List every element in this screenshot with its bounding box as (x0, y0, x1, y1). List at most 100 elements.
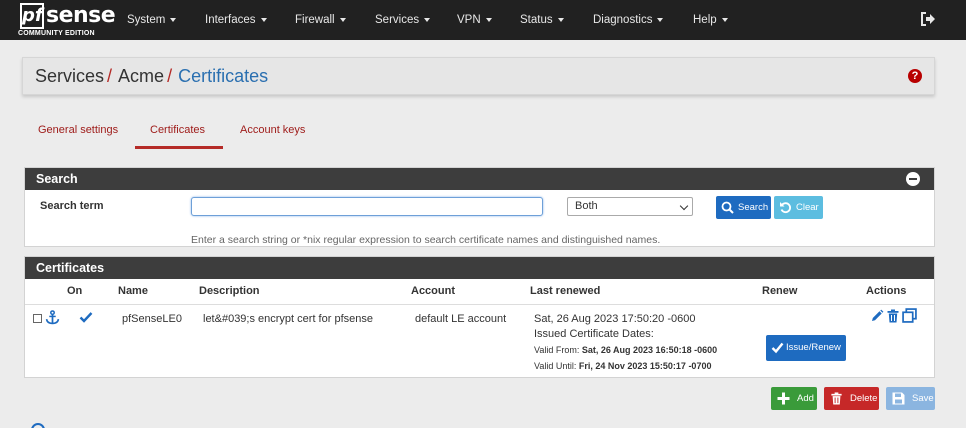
search-scope-select[interactable]: Both (567, 197, 693, 216)
valid-from-value: Sat, 26 Aug 2023 16:50:18 -0600 (581, 345, 718, 355)
pfsense-logo[interactable]: pf sense COMMUNITY EDITION (18, 3, 116, 39)
search-panel-title: Search (36, 172, 78, 186)
clear-button[interactable]: Clear (774, 196, 823, 219)
row-checkbox[interactable] (33, 314, 42, 323)
enabled-check-icon (79, 312, 93, 323)
column-description: Description (199, 279, 411, 305)
issue-renew-button[interactable]: Issue/Renew (766, 335, 846, 361)
nav-services[interactable]: Services (375, 0, 431, 40)
valid-until-label: Valid Until: (534, 361, 577, 371)
delete-button[interactable]: Delete (824, 387, 879, 410)
active-tab-indicator (135, 146, 223, 149)
breadcrumb-separator: / (107, 66, 113, 86)
nav-vpn-label: VPN (457, 14, 481, 26)
caret-down-icon (485, 17, 492, 22)
save-button[interactable]: Save (886, 387, 935, 410)
undo-icon (780, 202, 791, 214)
add-button[interactable]: Add (771, 387, 817, 410)
nav-system-label: System (127, 14, 166, 26)
tab-general-settings[interactable]: General settings (38, 124, 118, 136)
logout-icon[interactable] (920, 11, 936, 27)
nav-firewall-label: Firewall (295, 14, 335, 26)
edit-pencil-icon[interactable] (870, 309, 884, 323)
nav-status[interactable]: Status (520, 0, 564, 40)
nav-interfaces[interactable]: Interfaces (205, 0, 267, 40)
issue-renew-label: Issue/Renew (786, 342, 841, 353)
search-term-label: Search term (40, 200, 104, 212)
top-navbar: pf sense COMMUNITY EDITION System Interf… (0, 0, 966, 40)
help-icon[interactable]: ? (908, 69, 922, 83)
nav-vpn[interactable]: VPN (457, 0, 492, 40)
nav-interfaces-label: Interfaces (205, 14, 256, 26)
caret-down-icon (339, 17, 346, 22)
cert-last-renewed: Sat, 26 Aug 2023 17:50:20 -0600 (534, 313, 696, 325)
search-icon (721, 201, 734, 214)
nav-services-label: Services (375, 14, 420, 26)
search-panel: Search Search term Both Search Clear Ent… (24, 167, 935, 247)
nav-status-label: Status (520, 14, 553, 26)
breadcrumb: Services / Acme / Certificates (35, 66, 268, 87)
clear-button-label: Clear (796, 202, 819, 213)
add-button-label: Add (797, 393, 814, 404)
plus-icon (777, 392, 790, 405)
anchor-icon[interactable] (45, 310, 60, 325)
certificates-table: On Name Description Account Last renewed… (25, 279, 934, 305)
certificates-panel-title: Certificates (36, 261, 105, 275)
search-button[interactable]: Search (716, 196, 771, 219)
cert-name: pfSenseLE0 (122, 313, 182, 325)
caret-down-icon (260, 17, 267, 22)
column-last-renewed: Last renewed (530, 279, 762, 305)
search-hint: Enter a search string or *nix regular ex… (191, 234, 661, 246)
logo-sense: sense (46, 3, 116, 28)
column-account: Account (411, 279, 530, 305)
certificates-panel-header: Certificates (25, 257, 934, 279)
column-on: On (67, 279, 118, 305)
delete-trash-icon[interactable] (886, 309, 900, 323)
column-select (25, 279, 67, 305)
caret-down-icon (170, 17, 177, 22)
valid-until: Valid Until: Fri, 24 Nov 2023 15:50:17 -… (534, 361, 711, 371)
nav-diagnostics-label: Diagnostics (593, 14, 653, 26)
column-name: Name (118, 279, 199, 305)
logo-edition: COMMUNITY EDITION (18, 30, 95, 37)
table-header-row: On Name Description Account Last renewed… (25, 279, 934, 305)
trash-icon (831, 392, 842, 405)
cert-description: let&#039;s encrypt cert for pfsense (203, 313, 373, 325)
search-scope-value: Both (575, 200, 598, 212)
column-actions: Actions (866, 279, 934, 305)
copy-clone-icon[interactable] (902, 308, 917, 323)
breadcrumb-separator: / (167, 66, 173, 86)
nav-help-label: Help (693, 14, 717, 26)
valid-from: Valid From: Sat, 26 Aug 2023 16:50:18 -0… (534, 345, 717, 355)
issued-dates-label: Issued Certificate Dates: (534, 328, 654, 340)
delete-button-label: Delete (850, 393, 878, 404)
tab-account-keys[interactable]: Account keys (240, 124, 305, 136)
valid-until-value: Fri, 24 Nov 2023 15:50:17 -0700 (578, 361, 712, 371)
nav-system[interactable]: System (127, 0, 177, 40)
info-icon-partial[interactable] (31, 423, 45, 428)
caret-down-icon (557, 17, 564, 22)
caret-down-icon (424, 17, 431, 22)
column-renew: Renew (762, 279, 866, 305)
collapse-minus-icon[interactable] (906, 172, 920, 186)
caret-down-icon (657, 17, 664, 22)
breadcrumb-panel: Services / Acme / Certificates ? (22, 57, 935, 95)
nav-help[interactable]: Help (693, 0, 728, 40)
cert-account: default LE account (415, 313, 507, 325)
caret-down-icon (721, 17, 728, 22)
table-row: pfSenseLE0 let&#039;s encrypt cert for p… (25, 304, 934, 378)
check-icon (771, 342, 784, 354)
tab-certificates[interactable]: Certificates (150, 124, 205, 136)
breadcrumb-acme[interactable]: Acme (118, 66, 164, 86)
search-button-label: Search (738, 202, 769, 213)
certificates-panel: Certificates On Name Description Account… (24, 256, 935, 378)
breadcrumb-certificates[interactable]: Certificates (178, 66, 268, 86)
nav-diagnostics[interactable]: Diagnostics (593, 0, 664, 40)
breadcrumb-services[interactable]: Services (35, 66, 104, 86)
save-button-label: Save (912, 393, 934, 404)
logo-pf: pf (20, 3, 44, 29)
nav-firewall[interactable]: Firewall (295, 0, 346, 40)
search-input[interactable] (191, 197, 543, 216)
floppy-save-icon (892, 392, 905, 405)
valid-from-label: Valid From: (534, 345, 580, 355)
